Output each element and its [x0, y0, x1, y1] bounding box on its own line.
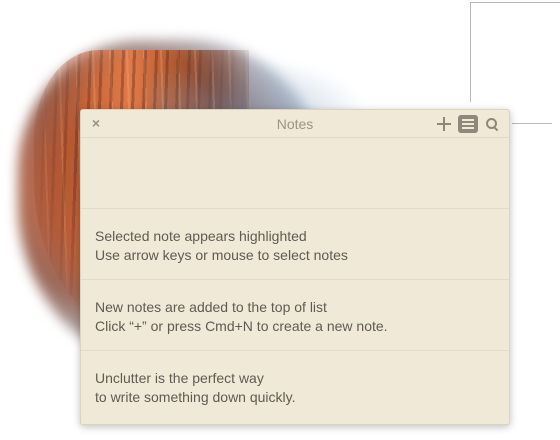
search-icon[interactable]	[484, 116, 500, 132]
note-item-new-notes[interactable]: New notes are added to the top of list C…	[81, 280, 509, 351]
note-line-2: to write something down quickly.	[95, 389, 296, 405]
note-line-2: Use arrow keys or mouse to select notes	[95, 247, 348, 263]
background-outline	[470, 2, 560, 102]
toolbar	[436, 114, 500, 133]
note-line-1: New notes are added to the top of list	[95, 299, 327, 315]
note-item-empty[interactable]	[81, 138, 509, 209]
note-line-2: Click “+” or press Cmd+N to create a new…	[95, 318, 388, 334]
notes-panel: × Notes Selected note appears highlighte…	[80, 109, 510, 425]
list-icon-bar	[462, 118, 474, 121]
list-icon[interactable]	[458, 114, 478, 133]
note-line-1: Selected note appears highlighted	[95, 228, 307, 244]
close-icon[interactable]: ×	[89, 115, 103, 131]
note-item-selected-highlighted[interactable]: Selected note appears highlighted Use ar…	[81, 209, 509, 280]
note-item-unclutter[interactable]: Unclutter is the perfect way to write so…	[81, 351, 509, 422]
list-icon-bar	[462, 122, 474, 125]
plus-icon[interactable]	[436, 116, 452, 132]
title-bar: × Notes	[81, 110, 509, 138]
background-outline-line	[512, 123, 552, 124]
list-icon-bar	[462, 126, 474, 129]
window-title: Notes	[276, 115, 314, 132]
note-line-1: Unclutter is the perfect way	[95, 370, 264, 386]
search-icon-handle	[493, 125, 499, 131]
